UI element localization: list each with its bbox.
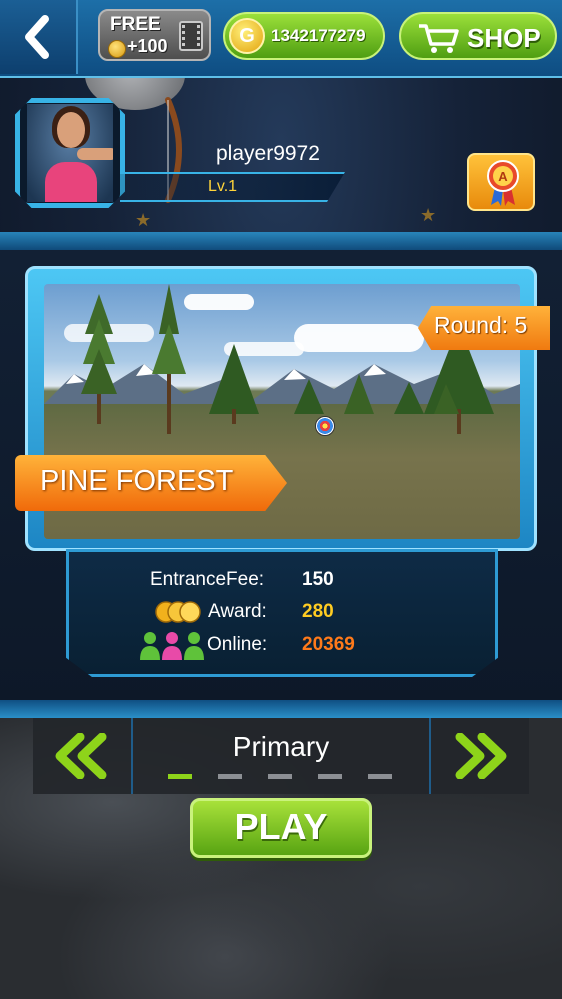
divider-band xyxy=(0,232,562,250)
avatar[interactable] xyxy=(27,104,113,202)
online-value: 20369 xyxy=(302,634,355,655)
award-label: Award: xyxy=(208,601,267,622)
player-name: player9972 xyxy=(216,142,320,165)
target-icon xyxy=(315,416,335,436)
player-level: Lv.1 xyxy=(208,178,238,195)
stats-panel xyxy=(66,549,498,677)
medal-letter: A xyxy=(498,169,508,184)
free-amount: +100 xyxy=(127,36,168,56)
divider-band-bottom xyxy=(0,700,562,718)
free-label: FREE xyxy=(110,14,161,35)
difficulty-dot xyxy=(268,774,292,779)
award-value: 280 xyxy=(302,601,334,622)
difficulty-dot xyxy=(218,774,242,779)
entrance-fee-label: EntranceFee: xyxy=(150,569,265,590)
back-arrow-icon xyxy=(25,15,49,59)
back-button[interactable] xyxy=(0,0,78,74)
difficulty-dot xyxy=(368,774,392,779)
difficulty-label: Primary xyxy=(232,731,330,762)
achievements-button[interactable]: A xyxy=(467,153,535,211)
shop-button[interactable]: SHOP xyxy=(399,12,557,60)
coin-icon xyxy=(108,40,126,58)
star-decoration: ★ xyxy=(420,205,437,225)
medal-icon: A xyxy=(487,160,519,206)
film-icon xyxy=(179,21,203,51)
star-decoration: ★ xyxy=(135,210,152,230)
map-name: PINE FOREST xyxy=(40,465,234,497)
shop-label: SHOP xyxy=(467,23,541,53)
online-players-icon xyxy=(140,632,204,660)
entrance-fee-value: 150 xyxy=(302,569,334,590)
online-label: Online: xyxy=(207,634,268,655)
round-label: Round: 5 xyxy=(434,312,528,338)
next-difficulty-button[interactable] xyxy=(450,733,510,779)
difficulty-progress xyxy=(168,774,398,780)
play-button-label: PLAY xyxy=(234,806,328,847)
coins-icon xyxy=(155,601,201,623)
free-coins-video-button[interactable]: FREE +100 xyxy=(98,9,211,61)
previous-difficulty-button[interactable] xyxy=(52,733,112,779)
cart-icon xyxy=(419,24,459,53)
difficulty-dot xyxy=(318,774,342,779)
gold-coin-icon: G xyxy=(229,18,265,54)
difficulty-dot xyxy=(168,774,192,779)
coin-balance-value: 1342177279 xyxy=(271,26,366,45)
coin-balance[interactable]: G 1342177279 xyxy=(223,12,385,60)
